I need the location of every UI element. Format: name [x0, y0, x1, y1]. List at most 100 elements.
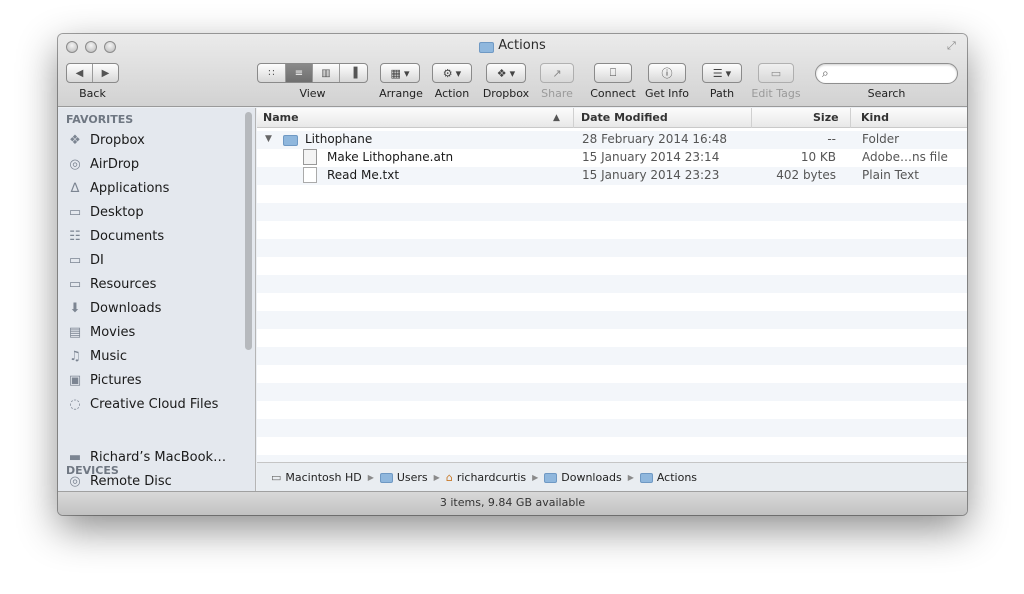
- path-button[interactable]: ☰ ▾: [702, 63, 742, 83]
- share-icon: ↗: [552, 66, 562, 80]
- sidebar-item-documents[interactable]: ☷ Documents: [66, 225, 246, 247]
- tag-icon: ▭: [770, 66, 782, 80]
- connect-button[interactable]: ⎕: [594, 63, 632, 83]
- dropbox-label: Dropbox: [482, 87, 530, 100]
- action-button[interactable]: ⚙ ▾: [432, 63, 472, 83]
- path-separator-icon: ▶: [627, 472, 634, 482]
- finder-window: Actions ⤢ ◀ ▶ Back ∷ ≡ ▥ ▐ View ▦ ▾ Arran…: [58, 34, 967, 515]
- arrange-label: Arrange: [379, 87, 423, 100]
- sidebar-item-desktop[interactable]: ▭ Desktop: [66, 201, 246, 223]
- search-input[interactable]: [836, 65, 952, 82]
- fullscreen-icon[interactable]: ⤢: [947, 39, 959, 52]
- sidebar-item-applications[interactable]: ∆ Applications: [66, 177, 246, 199]
- downloads-icon: ⬇: [69, 300, 81, 316]
- sidebar-scrollbar[interactable]: [245, 112, 252, 350]
- chevron-down-icon: ▾: [509, 66, 516, 80]
- share-button[interactable]: ↗: [540, 63, 574, 83]
- path-item-macintosh-hd[interactable]: Macintosh HD: [285, 471, 361, 484]
- dropbox-icon: ❖: [496, 66, 507, 80]
- column-size[interactable]: Size: [813, 111, 839, 124]
- applications-icon: ∆: [70, 180, 80, 196]
- sidebar-item-di[interactable]: ▭ DI: [66, 249, 246, 271]
- status-bar: 3 items, 9.84 GB available: [58, 491, 967, 515]
- sidebar-item-pictures[interactable]: ▣ Pictures: [66, 369, 246, 391]
- file-date: 28 February 2014 16:48: [582, 132, 728, 146]
- coverflow-view-icon[interactable]: ▐: [340, 64, 367, 82]
- view-label: View: [299, 87, 326, 100]
- path-label: Path: [709, 87, 735, 100]
- search-label: Search: [867, 87, 906, 100]
- gear-icon: ⚙: [442, 66, 453, 80]
- column-view-icon[interactable]: ▥: [313, 64, 340, 82]
- sidebar-item-creative-cloud[interactable]: ◌ Creative Cloud Files: [66, 393, 246, 415]
- search-field[interactable]: ⌕: [815, 63, 958, 84]
- list-view-icon[interactable]: ≡: [286, 64, 313, 82]
- column-kind[interactable]: Kind: [861, 111, 889, 124]
- table-row[interactable]: ▼ Lithophane 28 February 2014 16:48 -- F…: [257, 131, 967, 149]
- list-header: Name ▲ Date Modified Size Kind: [257, 108, 967, 128]
- back-label: Back: [79, 87, 106, 100]
- column-name[interactable]: Name: [263, 111, 299, 124]
- sidebar-item-dropbox[interactable]: ❖ Dropbox: [66, 129, 246, 151]
- folder-icon: ▭: [68, 276, 82, 292]
- movies-icon: ▤: [68, 324, 82, 340]
- dropbox-button[interactable]: ❖ ▾: [486, 63, 526, 83]
- sidebar-item-movies[interactable]: ▤ Movies: [66, 321, 246, 343]
- edit-tags-label: Edit Tags: [751, 87, 801, 100]
- chevron-down-icon: ▾: [725, 66, 732, 80]
- folder-icon: [639, 471, 653, 484]
- sidebar-item-resources[interactable]: ▭ Resources: [66, 273, 246, 295]
- action-label: Action: [434, 87, 470, 100]
- table-row[interactable]: Make Lithophane.atn 15 January 2014 23:1…: [257, 149, 967, 167]
- path-item-users[interactable]: Users: [397, 471, 428, 484]
- view-control[interactable]: ∷ ≡ ▥ ▐: [257, 63, 368, 83]
- arrange-icon: ▦: [390, 66, 401, 80]
- file-size: 10 KB: [800, 150, 836, 164]
- file-kind: Plain Text: [862, 168, 919, 182]
- window-title: Actions: [58, 38, 967, 55]
- music-icon: ♫: [69, 348, 81, 364]
- edit-tags-button[interactable]: ▭: [758, 63, 794, 83]
- sidebar-item-downloads[interactable]: ⬇ Downloads: [66, 297, 246, 319]
- disc-icon: ◎: [69, 473, 81, 489]
- share-label: Share: [541, 87, 573, 100]
- path-item-actions[interactable]: Actions: [657, 471, 697, 484]
- arrange-button[interactable]: ▦ ▾: [380, 63, 420, 83]
- table-row[interactable]: Read Me.txt 15 January 2014 23:23 402 by…: [257, 167, 967, 185]
- text-file-icon: [303, 167, 317, 183]
- documents-icon: ☷: [69, 228, 81, 244]
- folder-icon: [544, 471, 558, 484]
- sidebar-item-music[interactable]: ♫ Music: [66, 345, 246, 367]
- icon-view-icon[interactable]: ∷: [258, 64, 286, 82]
- hard-drive-icon: ▭: [271, 470, 282, 484]
- path-separator-icon: ▶: [433, 472, 440, 482]
- pictures-icon: ▣: [68, 372, 82, 388]
- chevron-down-icon: ▾: [455, 66, 462, 80]
- file-size: 402 bytes: [776, 168, 836, 182]
- atn-file-icon: [303, 149, 317, 165]
- back-forward-control[interactable]: ◀ ▶: [66, 63, 119, 83]
- file-name: Make Lithophane.atn: [327, 150, 454, 164]
- folder-icon: [379, 471, 393, 484]
- sidebar-item-airdrop[interactable]: ◎ AirDrop: [66, 153, 246, 175]
- sidebar-item-macbook[interactable]: ▬ Richard’s MacBook…: [66, 446, 246, 468]
- chevron-down-icon: ▾: [403, 66, 410, 80]
- column-date-modified[interactable]: Date Modified: [581, 111, 668, 124]
- home-icon: ⌂: [445, 470, 453, 484]
- file-kind: Folder: [862, 132, 900, 146]
- path-separator-icon: ▶: [367, 472, 374, 482]
- path-item-downloads[interactable]: Downloads: [561, 471, 621, 484]
- connect-label: Connect: [590, 87, 636, 100]
- path-separator-icon: ▶: [532, 472, 539, 482]
- path-icon: ☰: [712, 66, 723, 80]
- desktop-icon: ▭: [68, 204, 82, 220]
- get-info-button[interactable]: ⓘ: [648, 63, 686, 83]
- sidebar-item-remote-disc[interactable]: ◎ Remote Disc: [66, 470, 246, 491]
- sort-ascending-icon: ▲: [553, 113, 560, 123]
- back-arrow-icon[interactable]: ◀: [67, 64, 93, 82]
- folder-icon: ▭: [68, 252, 82, 268]
- disclosure-triangle-icon[interactable]: ▼: [265, 134, 272, 144]
- file-list: Name ▲ Date Modified Size Kind ▼ Lithoph…: [257, 108, 967, 462]
- path-item-home[interactable]: richardcurtis: [457, 471, 526, 484]
- forward-arrow-icon[interactable]: ▶: [93, 64, 118, 82]
